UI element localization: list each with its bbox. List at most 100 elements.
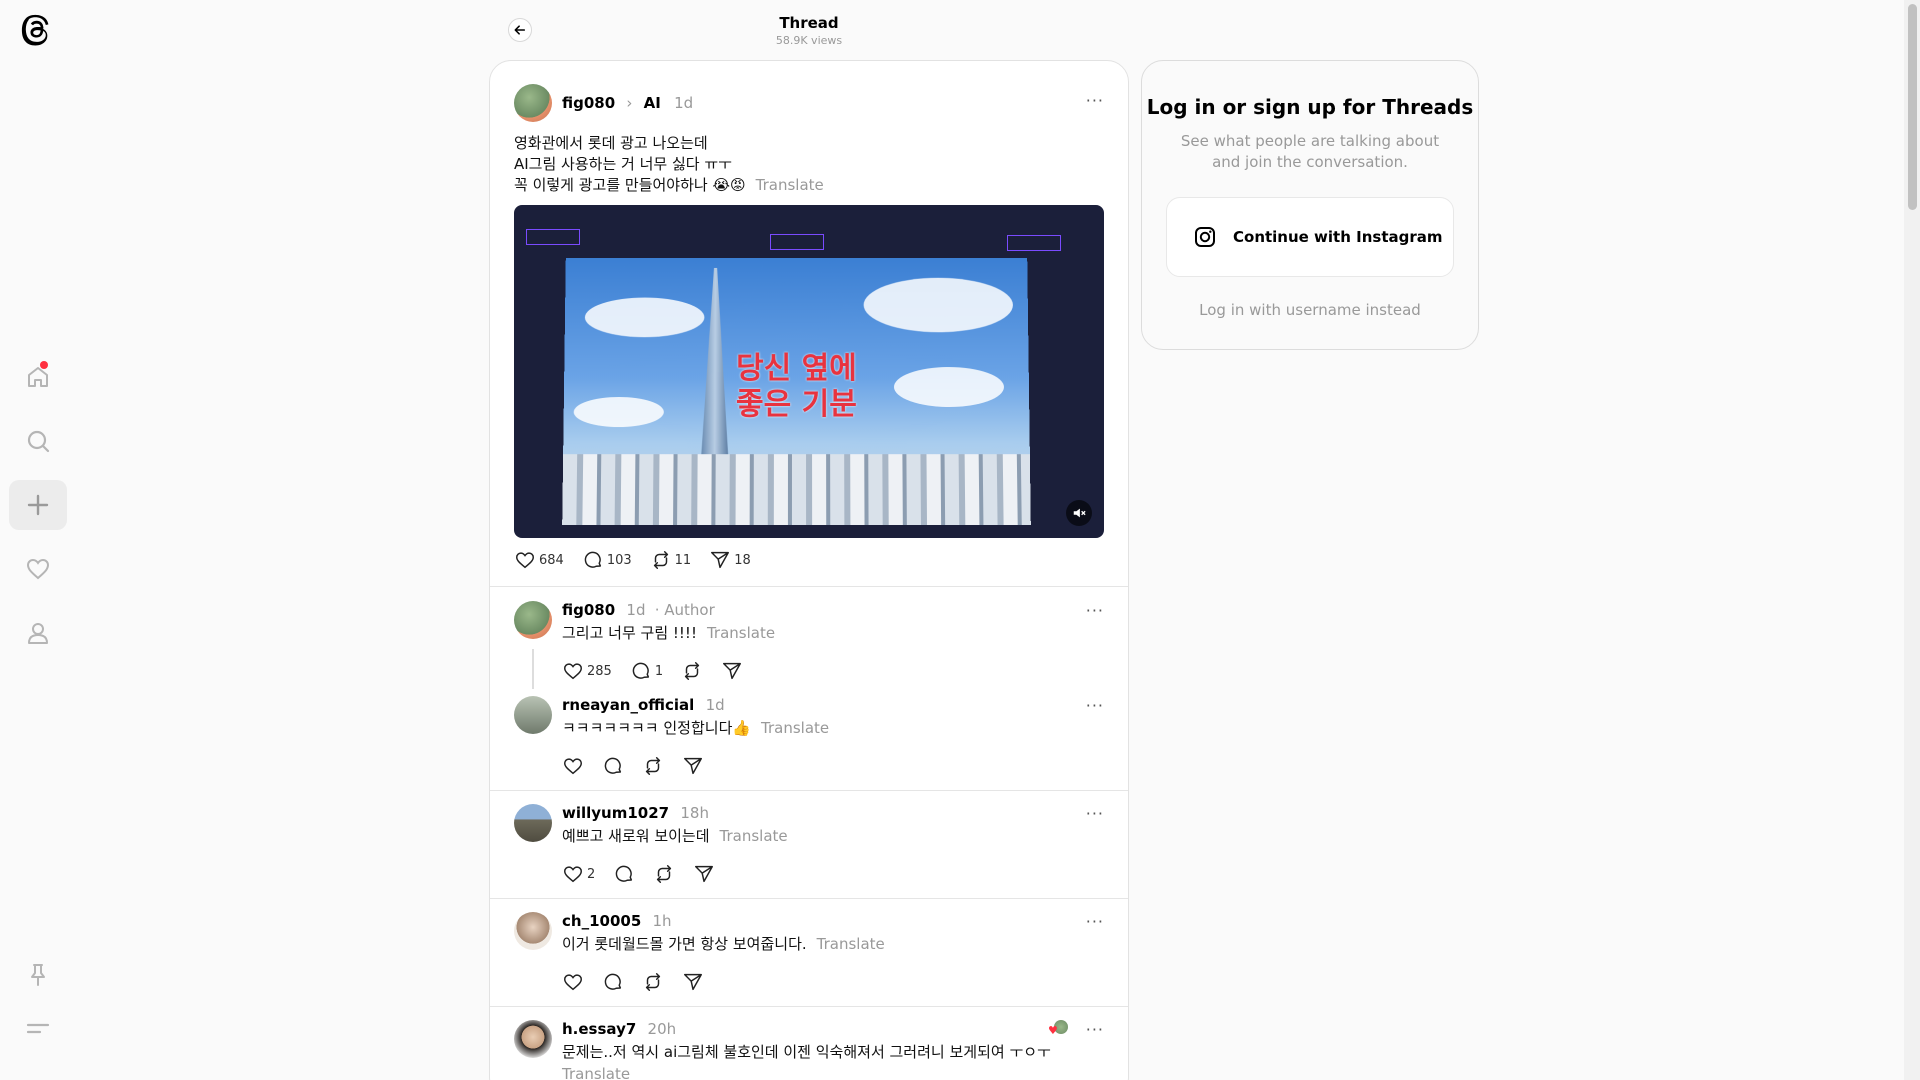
repost-count: 11 <box>674 552 692 568</box>
nav-pin-button[interactable] <box>9 950 67 1000</box>
avatar[interactable] <box>514 804 552 842</box>
username[interactable]: fig080 <box>562 94 615 112</box>
scrollbar-thumb[interactable] <box>1908 4 1917 210</box>
like-button[interactable]: 285 <box>562 660 612 682</box>
home-icon <box>28 367 48 387</box>
like-button[interactable] <box>562 755 584 777</box>
more-options-icon[interactable]: ··· <box>1086 91 1104 110</box>
avatar[interactable] <box>514 912 552 950</box>
activity-icon <box>26 558 50 580</box>
more-options-icon[interactable]: ··· <box>1086 804 1104 823</box>
comment-button[interactable] <box>613 863 635 885</box>
post-video[interactable]: 당신 옆에 좋은 기분 <box>514 205 1104 538</box>
avatar[interactable] <box>514 84 552 122</box>
heart-badge-icon: ♥ <box>1048 1024 1058 1037</box>
translate-link[interactable]: Translate <box>562 1065 630 1080</box>
author-badge: · Author <box>654 601 715 619</box>
like-count: 2 <box>587 866 596 882</box>
login-title: Log in or sign up for Threads <box>1146 95 1474 119</box>
continue-with-instagram-button[interactable]: Continue with Instagram <box>1166 197 1454 277</box>
comment-button[interactable]: 103 <box>582 549 632 571</box>
reply-actions: 285 1 <box>562 659 761 683</box>
translate-link[interactable]: Translate <box>817 935 885 953</box>
repost-button[interactable] <box>642 755 664 777</box>
profile-icon <box>28 623 48 644</box>
comment-button[interactable] <box>602 755 624 777</box>
heart-icon <box>564 758 582 775</box>
speaker-muted-icon <box>1073 508 1086 518</box>
more-options-icon[interactable]: ··· <box>1086 912 1104 931</box>
translate-link[interactable]: Translate <box>756 176 824 194</box>
nav-profile-button[interactable] <box>9 608 67 658</box>
video-frame-highlight <box>526 229 580 245</box>
pin-icon <box>31 964 45 986</box>
nav-search-button[interactable] <box>9 416 67 466</box>
translate-link[interactable]: Translate <box>761 719 829 737</box>
topic-tag[interactable]: AI <box>644 94 661 112</box>
video-frame-highlight <box>770 234 824 250</box>
like-button[interactable] <box>562 971 584 993</box>
username[interactable]: rneayan_official <box>562 696 694 714</box>
send-icon <box>684 757 702 775</box>
thread-card: fig080 › AI 1d ··· 영화관에서 롯데 광고 나오는데 AI그림… <box>489 60 1129 1080</box>
comment-icon <box>615 865 633 882</box>
nav-create-button[interactable] <box>9 480 67 530</box>
comment-button[interactable] <box>602 971 624 993</box>
video-frame-highlight <box>1007 235 1061 251</box>
repost-button[interactable] <box>681 660 703 682</box>
heart-icon <box>564 663 582 680</box>
repost-button[interactable] <box>653 863 675 885</box>
avatar[interactable] <box>514 1020 552 1058</box>
comment-button[interactable]: 1 <box>630 660 663 682</box>
more-options-icon[interactable]: ··· <box>1086 1020 1104 1039</box>
nav-activity-button[interactable] <box>9 544 67 594</box>
divider <box>490 790 1128 791</box>
nav-home-button[interactable] <box>9 352 67 402</box>
translate-link[interactable]: Translate <box>707 624 775 642</box>
reply-text: 이거 롯데월드몰 가면 항상 보여줍니다. <box>562 935 807 953</box>
share-button[interactable] <box>693 863 715 885</box>
reply-text: ㅋㅋㅋㅋㅋㅋㅋ 인정합니다👍 <box>562 719 752 737</box>
translate-link[interactable]: Translate <box>720 827 788 845</box>
threads-logo-icon[interactable] <box>20 14 54 50</box>
city-image <box>562 454 1031 525</box>
page-title: Thread <box>779 14 839 32</box>
like-count: 684 <box>539 552 564 568</box>
like-button[interactable]: 684 <box>514 549 564 571</box>
share-button[interactable] <box>682 971 704 993</box>
username[interactable]: fig080 <box>562 601 615 619</box>
comment-count: 103 <box>606 552 632 568</box>
avatar[interactable] <box>514 696 552 734</box>
comment-icon <box>584 551 601 568</box>
reply-actions <box>562 970 722 994</box>
avatar[interactable] <box>514 601 552 639</box>
reply-time: 1d <box>626 601 646 619</box>
page-scrollbar[interactable] <box>1904 0 1920 1080</box>
username[interactable]: ch_10005 <box>562 912 641 930</box>
repost-button[interactable]: 11 <box>650 549 692 571</box>
send-icon <box>723 662 742 680</box>
comment-icon <box>632 662 649 679</box>
thread-header: Thread 58.9K views <box>490 10 1128 54</box>
like-button[interactable]: 2 <box>562 863 595 885</box>
share-button[interactable] <box>721 660 743 682</box>
username[interactable]: willyum1027 <box>562 804 669 822</box>
mute-button[interactable] <box>1066 500 1092 526</box>
chevron-right-icon: › <box>626 94 633 112</box>
more-options-icon[interactable]: ··· <box>1086 696 1104 715</box>
more-options-icon[interactable]: ··· <box>1086 601 1104 620</box>
heart-icon <box>564 974 582 991</box>
repost-icon <box>684 662 700 680</box>
repost-button[interactable] <box>642 971 664 993</box>
username-login-link[interactable]: Log in with username instead <box>1142 301 1478 319</box>
nav-menu-button[interactable] <box>9 1004 67 1054</box>
reply-time: 1d <box>705 696 725 714</box>
liked-by-author-avatar: ♥ <box>1048 1020 1068 1038</box>
post-line: 영화관에서 롯데 광고 나오는데 <box>514 134 708 152</box>
username[interactable]: h.essay7 <box>562 1020 636 1038</box>
instagram-button-label: Continue with Instagram <box>1233 228 1443 246</box>
share-button[interactable]: 18 <box>709 549 751 571</box>
share-button[interactable] <box>682 755 704 777</box>
reply-text: 그리고 너무 구림 !!!! <box>562 624 697 642</box>
comment-icon <box>604 757 622 774</box>
